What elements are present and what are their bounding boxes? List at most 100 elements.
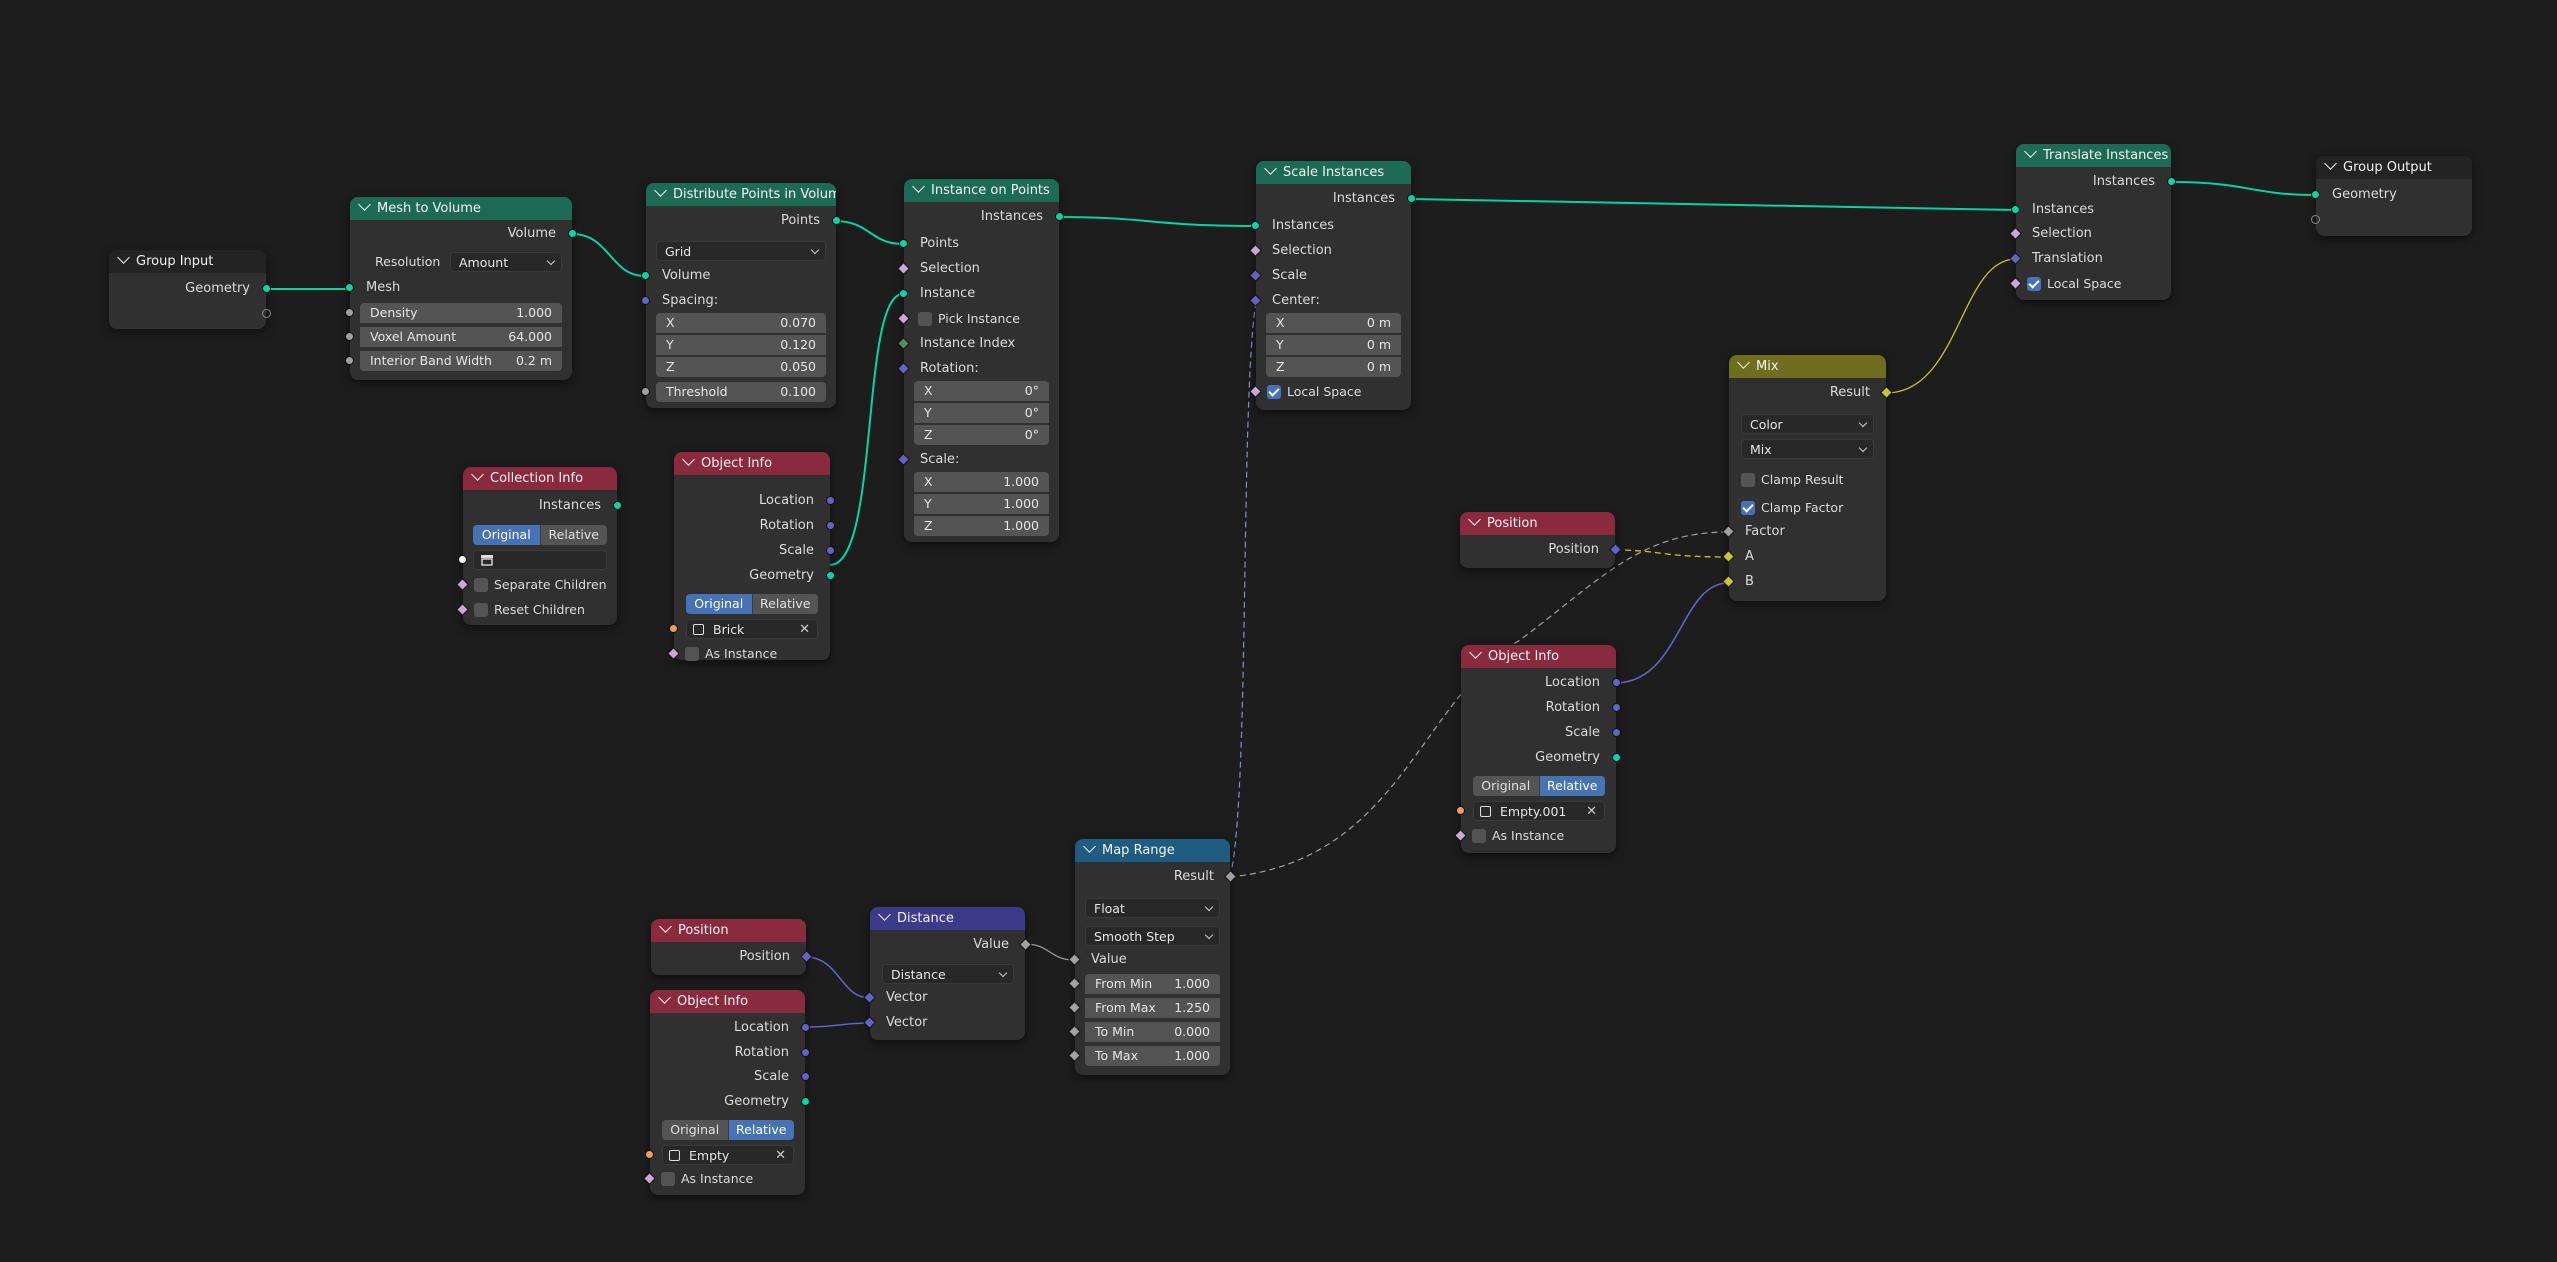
int-socket-icon[interactable] — [897, 337, 910, 350]
vector-socket-icon[interactable] — [826, 496, 835, 505]
geometry-socket-icon[interactable] — [2311, 190, 2320, 199]
node-header[interactable]: Group Input — [109, 250, 266, 273]
boolean-socket-icon[interactable] — [897, 262, 910, 275]
separate-children-checkbox[interactable] — [474, 578, 488, 592]
float-socket-icon[interactable] — [1068, 977, 1081, 990]
as-instance-checkbox[interactable] — [1472, 829, 1486, 843]
collapse-chevron-icon[interactable] — [659, 920, 672, 933]
transform-space-toggle[interactable]: Original Relative — [686, 594, 818, 614]
collapse-chevron-icon[interactable] — [2324, 157, 2337, 170]
original-option[interactable]: Original — [662, 1120, 728, 1140]
object-selector[interactable]: Empty.001 ✕ — [1473, 801, 1605, 821]
from-max-field[interactable]: From Max 1.250 — [1085, 998, 1220, 1018]
node-header[interactable]: Mix — [1729, 355, 1886, 378]
collection-socket-icon[interactable] — [458, 555, 467, 564]
vector-socket-icon[interactable] — [897, 362, 910, 375]
object-socket-icon[interactable] — [1456, 806, 1465, 815]
float-socket-icon[interactable] — [1068, 1025, 1081, 1038]
boolean-socket-icon[interactable] — [643, 1172, 656, 1185]
object-selector[interactable]: Empty ✕ — [662, 1145, 794, 1165]
relative-option[interactable]: Relative — [1538, 776, 1605, 796]
scale-z-field[interactable]: Z 1.000 — [914, 516, 1049, 536]
geometry-socket-icon[interactable] — [2167, 177, 2176, 186]
rotation-z-field[interactable]: Z 0° — [914, 425, 1049, 445]
vector-socket-icon[interactable] — [1612, 703, 1621, 712]
boolean-socket-icon[interactable] — [897, 312, 910, 325]
float-socket-icon[interactable] — [1068, 953, 1081, 966]
local-space-checkbox[interactable] — [1267, 385, 1281, 399]
geometry-socket-icon[interactable] — [345, 283, 354, 292]
float-socket-icon[interactable] — [345, 356, 354, 365]
vector-socket-icon[interactable] — [2009, 252, 2022, 265]
object-info-brick-node[interactable]: Object Info Location Rotation Scale Geom… — [667, 452, 835, 661]
clear-icon[interactable]: ✕ — [799, 620, 810, 640]
original-option[interactable]: Original — [686, 594, 752, 614]
spacing-y-field[interactable]: Y 0.120 — [656, 335, 826, 355]
vector-socket-icon[interactable] — [1609, 543, 1622, 556]
float-socket-icon[interactable] — [345, 332, 354, 341]
transform-space-toggle[interactable]: Original Relative — [662, 1120, 794, 1140]
operation-dropdown[interactable]: Distance — [882, 964, 1014, 984]
boolean-socket-icon[interactable] — [1249, 385, 1262, 398]
color-socket-icon[interactable] — [1880, 386, 1893, 399]
collapse-chevron-icon[interactable] — [912, 180, 925, 193]
collection-selector[interactable] — [473, 550, 607, 570]
geometry-socket-icon[interactable] — [262, 284, 271, 293]
vector-socket-icon[interactable] — [1249, 269, 1262, 282]
group-output-node[interactable]: Group Output Geometry — [2311, 156, 2472, 236]
vector-socket-icon[interactable] — [1612, 678, 1621, 687]
spacing-z-field[interactable]: Z 0.050 — [656, 357, 826, 377]
node-header[interactable]: Distribute Points in Volume — [646, 183, 836, 206]
center-y-field[interactable]: Y 0 m — [1266, 335, 1401, 355]
rotation-y-field[interactable]: Y 0° — [914, 403, 1049, 423]
empty-socket-icon[interactable] — [262, 309, 271, 318]
instance-on-points-node[interactable]: Instance on Points Instances Points Sele… — [897, 179, 1064, 542]
collapse-chevron-icon[interactable] — [1469, 646, 1482, 659]
center-z-field[interactable]: Z 0 m — [1266, 357, 1401, 377]
empty-socket-icon[interactable] — [2311, 215, 2320, 224]
interpolation-dropdown[interactable]: Smooth Step — [1085, 926, 1220, 946]
pick-instance-checkbox[interactable] — [918, 312, 932, 326]
color-socket-icon[interactable] — [1722, 575, 1735, 588]
geometry-socket-icon[interactable] — [1407, 194, 1416, 203]
vector-socket-icon[interactable] — [801, 1072, 810, 1081]
node-header[interactable]: Mesh to Volume — [350, 197, 572, 220]
position-top-node[interactable]: Position Position — [1460, 512, 1622, 568]
as-instance-checkbox[interactable] — [685, 647, 699, 661]
boolean-socket-icon[interactable] — [1454, 829, 1467, 842]
data-type-dropdown[interactable]: Color — [1741, 414, 1874, 434]
geometry-socket-icon[interactable] — [568, 229, 577, 238]
resolution-dropdown[interactable]: Amount — [450, 252, 562, 272]
float-socket-icon[interactable] — [1068, 1001, 1081, 1014]
node-header[interactable]: Translate Instances — [2016, 144, 2171, 167]
geometry-socket-icon[interactable] — [899, 239, 908, 248]
vector-socket-icon[interactable] — [1612, 728, 1621, 737]
boolean-socket-icon[interactable] — [2009, 277, 2022, 290]
mesh-to-volume-node[interactable]: Mesh to Volume Volume Resolution Amount … — [345, 197, 577, 380]
geometry-socket-icon[interactable] — [1055, 212, 1064, 221]
geometry-socket-icon[interactable] — [801, 1097, 810, 1106]
original-option[interactable]: Original — [473, 525, 540, 545]
collapse-chevron-icon[interactable] — [2024, 145, 2037, 158]
scale-x-field[interactable]: X 1.000 — [914, 472, 1049, 492]
collapse-chevron-icon[interactable] — [358, 198, 371, 211]
reset-children-checkbox[interactable] — [474, 603, 488, 617]
node-header[interactable]: Group Output — [2316, 156, 2472, 179]
collapse-chevron-icon[interactable] — [117, 251, 130, 264]
clear-icon[interactable]: ✕ — [1586, 802, 1597, 822]
node-header[interactable]: Position — [651, 919, 806, 942]
vector-socket-icon[interactable] — [1249, 294, 1262, 307]
from-min-field[interactable]: From Min 1.000 — [1085, 974, 1220, 994]
float-socket-icon[interactable] — [1224, 870, 1237, 883]
threshold-field[interactable]: Threshold 0.100 — [656, 382, 826, 402]
relative-option[interactable]: Relative — [539, 525, 607, 545]
collection-info-node[interactable]: Collection Info Instances Original Relati… — [456, 467, 622, 625]
vector-socket-icon[interactable] — [826, 546, 835, 555]
collapse-chevron-icon[interactable] — [1737, 356, 1750, 369]
boolean-socket-icon[interactable] — [456, 578, 469, 591]
geometry-socket-icon[interactable] — [832, 216, 841, 225]
mode-dropdown[interactable]: Grid — [656, 241, 826, 261]
density-field[interactable]: Density 1.000 — [360, 303, 562, 323]
clamp-factor-checkbox[interactable] — [1741, 501, 1755, 515]
transform-space-toggle[interactable]: Original Relative — [473, 525, 607, 545]
